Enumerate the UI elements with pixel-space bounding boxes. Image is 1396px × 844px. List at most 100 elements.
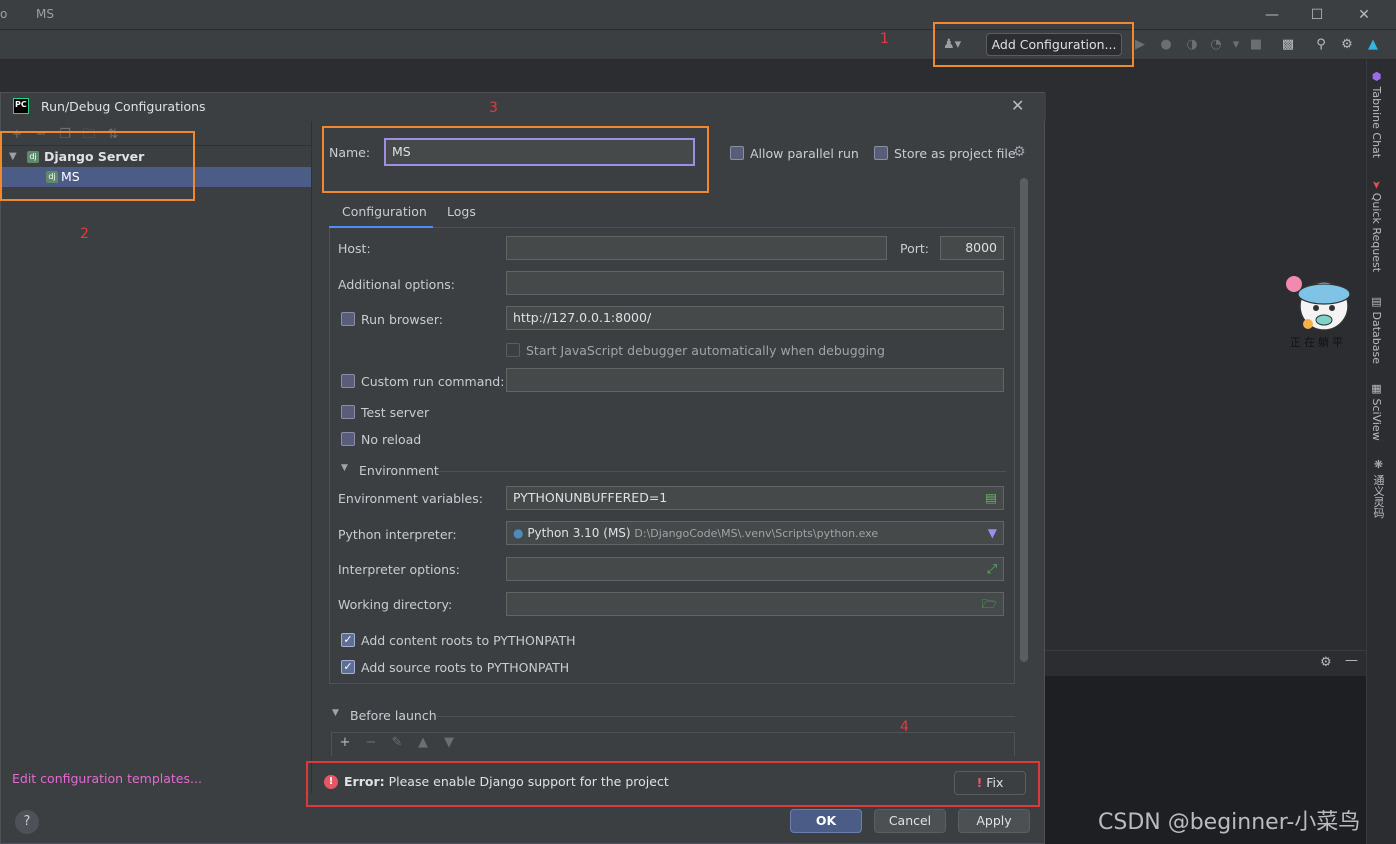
interpreter-options-input[interactable]: ⤢ [506,557,1004,581]
run-icon[interactable]: ▶ [1132,37,1148,53]
annotation-box-2 [0,131,195,201]
additional-options-input[interactable] [506,271,1004,295]
custom-run-label: Custom run command: [361,374,505,389]
move-up-icon[interactable]: ▲ [410,735,436,750]
run-browser-url-input[interactable]: http://127.0.0.1:8000/ [506,306,1004,330]
interpreter-name: Python 3.10 (MS) [527,526,631,540]
tabnine-chat-tab[interactable]: ⬢ Tabnine Chat [1370,70,1383,158]
expand-icon[interactable]: ⤢ [987,558,997,580]
custom-run-checkbox[interactable] [341,374,355,388]
store-project-checkbox[interactable] [874,146,888,160]
help-button[interactable]: ? [15,810,39,834]
test-server-label: Test server [361,405,430,420]
edit-templates-link[interactable]: Edit configuration templates... [12,771,202,786]
additional-options-label: Additional options: [338,277,455,292]
tab-logs[interactable]: Logs [447,204,476,219]
settings-gear-icon[interactable]: ⚙ [1339,37,1355,53]
run-browser-checkbox[interactable] [341,312,355,326]
test-server-checkbox[interactable] [341,405,355,419]
search-icon[interactable]: ⚲ [1313,37,1329,53]
more-run-icon[interactable]: ▾ [1228,37,1244,53]
sciview-tab[interactable]: ▦ SciView [1370,382,1383,441]
interpreter-path: D:\DjangoCode\MS\.venv\Scripts\python.ex… [634,527,879,540]
minimize-button[interactable]: — [1252,4,1292,26]
remove-task-icon[interactable]: − [358,735,384,750]
coverage-icon[interactable]: ◑ [1184,37,1200,53]
panel-minimize-icon[interactable]: — [1345,653,1358,668]
source-roots-label: Add source roots to PYTHONPATH [361,660,570,675]
no-reload-label: No reload [361,432,422,447]
panel-settings-icon[interactable]: ⚙ [1320,655,1332,670]
sticker-caption: 正在躺平 [1290,336,1346,349]
maximize-button[interactable]: ☐ [1297,4,1337,26]
main-toolbar: ♟▾ Add Configuration... ▶ ● ◑ ◔ ▾ ■ ▩ ⚲ … [0,30,1396,60]
tab-configuration[interactable]: Configuration [342,204,427,219]
app-title-fragment: o [0,7,8,21]
store-project-label: Store as project file [894,146,1016,161]
run-debug-dialog: PC Run/Debug Configurations ✕ + − ❐ 🗀 ⇅ ▼ dj… [0,92,1046,844]
no-reload-checkbox[interactable] [341,432,355,446]
gear-icon[interactable]: ⚙ [1013,144,1026,160]
quick-request-tab[interactable]: ➤ Quick Request [1370,180,1383,272]
source-roots-checkbox[interactable]: ✓ [341,660,355,674]
js-debugger-checkbox[interactable] [506,343,520,357]
folder-icon[interactable]: 🗁 [981,593,997,615]
project-name: MS [36,7,54,21]
interpreter-options-label: Interpreter options: [338,562,460,577]
dialog-close-icon[interactable]: ✕ [1011,96,1024,115]
working-directory-label: Working directory: [338,597,453,612]
terminal-icon[interactable]: ▩ [1280,37,1296,53]
annotation-box-4 [306,761,1040,807]
database-tab[interactable]: ▤ Database [1370,295,1383,364]
right-tool-strip [1366,60,1396,844]
working-directory-input[interactable]: 🗁 [506,592,1004,616]
custom-run-input[interactable] [506,368,1004,392]
annotation-box-3 [322,126,709,193]
port-label: Port: [900,241,929,256]
before-launch-chevron-icon[interactable]: ▼ [332,708,339,718]
python-icon: ● [513,526,524,540]
pane-divider[interactable] [311,121,312,793]
python-interpreter-select[interactable]: ● Python 3.10 (MS) D:\DjangoCode\MS\.ven… [506,521,1004,545]
allow-parallel-checkbox[interactable] [730,146,744,160]
tongyi-lingma-tab[interactable]: ❋ 通义灵码 [1370,458,1386,519]
chevron-down-icon[interactable]: ▼ [988,522,997,544]
edit-env-icon[interactable]: ▤ [985,487,997,509]
csdn-watermark: CSDN @beginner-小菜鸟 [1098,810,1361,835]
js-debugger-label: Start JavaScript debugger automatically … [526,343,885,358]
env-vars-input[interactable]: PYTHONUNBUFFERED=1 ▤ [506,486,1004,510]
env-vars-label: Environment variables: [338,491,483,506]
edit-task-icon[interactable]: ✎ [384,735,410,750]
host-input[interactable] [506,236,887,260]
environment-chevron-icon[interactable]: ▼ [341,463,348,473]
sticker-image: 正在躺平 [1278,268,1364,354]
config-tabs: Configuration Logs [329,198,1015,228]
annotation-number-2: 2 [80,226,89,242]
move-down-icon[interactable]: ▼ [436,735,462,750]
close-window-button[interactable]: ✕ [1344,4,1384,26]
apply-button[interactable]: Apply [958,809,1030,833]
annotation-number-3: 3 [489,100,498,116]
vertical-scrollbar[interactable] [1020,178,1028,662]
before-launch-toolbar: + − ✎ ▲ ▼ [331,732,1015,756]
before-launch-divider [437,716,1015,717]
cancel-button[interactable]: Cancel [874,809,946,833]
run-browser-label: Run browser: [361,312,443,327]
stop-icon[interactable]: ■ [1248,37,1264,53]
environment-header: Environment [359,463,439,478]
dialog-title: Run/Debug Configurations [41,99,206,114]
host-label: Host: [338,241,371,256]
port-input[interactable]: 8000 [940,236,1004,260]
plugin-logo-icon[interactable]: ▲ [1365,37,1381,53]
annotation-number-1: 1 [880,31,889,47]
python-interpreter-label: Python interpreter: [338,527,457,542]
profile-icon[interactable]: ◔ [1208,37,1224,53]
before-launch-header: Before launch [350,708,437,723]
content-roots-label: Add content roots to PYTHONPATH [361,633,576,648]
add-task-icon[interactable]: + [332,735,358,750]
dialog-title-bar: PC Run/Debug Configurations ✕ [1,93,1046,121]
title-bar: o MS — ☐ ✕ [0,0,1396,30]
ok-button[interactable]: OK [790,809,862,833]
debug-icon[interactable]: ● [1158,37,1174,53]
content-roots-checkbox[interactable]: ✓ [341,633,355,647]
